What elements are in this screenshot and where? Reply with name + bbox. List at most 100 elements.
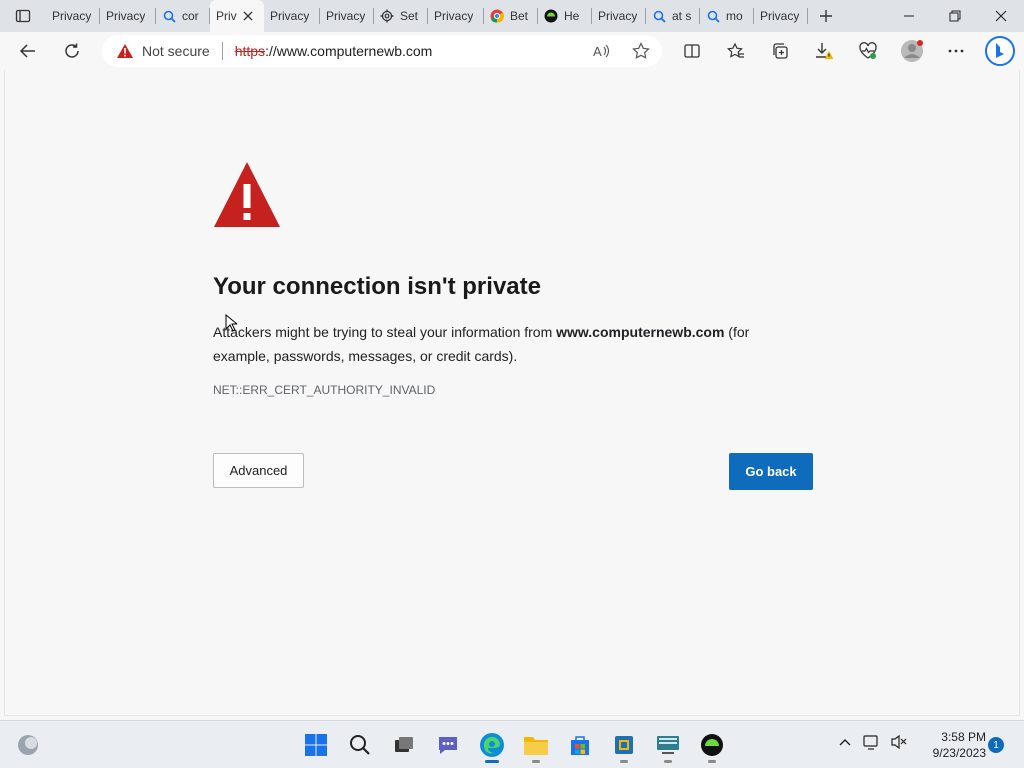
refresh-button[interactable]: [50, 32, 94, 70]
tab-title: Privacy: [434, 9, 474, 23]
folder-icon: [524, 737, 548, 755]
volume-muted-icon[interactable]: [890, 733, 908, 756]
close-window-button[interactable]: [978, 0, 1024, 32]
read-aloud-icon[interactable]: A: [592, 42, 610, 65]
browser-tab[interactable]: Privacy: [46, 0, 100, 32]
start-button[interactable]: [298, 727, 334, 763]
url-text[interactable]: https://www.computernewb.com: [235, 43, 433, 59]
minimize-icon: [904, 15, 914, 17]
browser-tab[interactable]: Priv: [210, 0, 264, 32]
windows-start-icon: [305, 734, 327, 756]
profile-button[interactable]: [890, 32, 934, 70]
store-button[interactable]: [562, 727, 598, 763]
downloads-button[interactable]: [802, 32, 846, 70]
page-title: Your connection isn't private: [213, 273, 541, 300]
tab-title: Set: [400, 9, 419, 23]
plus-icon: [820, 10, 832, 22]
split-screen-button[interactable]: [670, 32, 714, 70]
back-arrow-icon: [19, 44, 35, 58]
browser-tab[interactable]: Privacy: [320, 0, 374, 32]
virtualbox-button[interactable]: [606, 727, 642, 763]
system-clock[interactable]: 3:58 PM 9/23/2023: [920, 729, 986, 761]
restore-button[interactable]: [932, 0, 978, 32]
gear-icon: [380, 9, 394, 23]
clock-date: 9/23/2023: [932, 746, 986, 760]
refresh-icon: [65, 43, 79, 58]
settings-more-button[interactable]: [934, 32, 978, 70]
search-icon: [652, 9, 666, 23]
edge-taskbar-button[interactable]: [474, 727, 510, 763]
close-tab-icon[interactable]: [243, 8, 253, 24]
security-status-label[interactable]: Not secure: [142, 43, 210, 59]
restore-icon: [949, 10, 961, 22]
store-icon: [571, 736, 589, 755]
address-separator: [221, 42, 223, 60]
browser-tab[interactable]: Set: [374, 0, 428, 32]
keyboard-monitor-icon: [657, 736, 679, 754]
browser-tab[interactable]: cor: [156, 0, 210, 32]
heart-pulse-icon: [859, 42, 877, 59]
error-page: Your connection isn't private Attackers …: [4, 70, 1020, 716]
tab-title: Privacy: [270, 9, 310, 23]
error-code[interactable]: NET::ERR_CERT_AUTHORITY_INVALID: [213, 383, 435, 397]
browser-tab[interactable]: He: [538, 0, 592, 32]
tab-title: Privacy: [760, 9, 800, 23]
address-bar[interactable]: Not secure https://www.computernewb.com …: [102, 35, 662, 67]
warning-triangle-icon: [214, 162, 280, 227]
task-view-icon: [395, 737, 413, 752]
favorite-star-icon[interactable]: [632, 42, 650, 65]
tab-title: Privacy: [52, 9, 92, 23]
browser-tab[interactable]: Privacy: [100, 0, 156, 32]
browser-tab[interactable]: mo: [700, 0, 754, 32]
green-circle-icon: [701, 734, 723, 756]
collections-icon: [773, 43, 788, 59]
search-icon: [350, 735, 370, 755]
search-icon: [706, 9, 720, 23]
description-prefix: Attackers might be trying to steal your …: [213, 324, 557, 340]
green-app-button[interactable]: [694, 727, 730, 763]
back-button[interactable]: [6, 32, 50, 70]
network-monitor-icon[interactable]: [862, 733, 880, 756]
tab-actions-button[interactable]: [0, 0, 46, 32]
system-tray: [838, 733, 908, 756]
tab-title: mo: [726, 9, 743, 23]
new-tab-button[interactable]: [808, 0, 844, 32]
browser-tab[interactable]: at s: [646, 0, 700, 32]
minimize-button[interactable]: [886, 0, 932, 32]
not-secure-warning-icon[interactable]: [116, 42, 134, 60]
tab-title: Bet: [510, 9, 529, 23]
error-description: Attackers might be trying to steal your …: [213, 320, 793, 368]
file-explorer-button[interactable]: [518, 727, 554, 763]
browser-tab[interactable]: Bet: [484, 0, 538, 32]
advanced-button[interactable]: Advanced: [213, 453, 304, 488]
teams-chat-button[interactable]: [430, 727, 466, 763]
browser-tab[interactable]: Privacy: [754, 0, 808, 32]
window-controls: [886, 0, 1024, 32]
mouse-cursor-icon: [225, 314, 237, 332]
notification-badge[interactable]: 1: [988, 737, 1004, 753]
widgets-button[interactable]: [16, 733, 40, 762]
weather-widget-icon: [18, 735, 38, 755]
tab-title: at s: [672, 9, 692, 23]
browser-toolbar: Not secure https://www.computernewb.com …: [0, 32, 1024, 70]
favorites-button[interactable]: [714, 32, 758, 70]
search-taskbar-button[interactable]: [342, 727, 378, 763]
browser-tab[interactable]: Privacy: [428, 0, 484, 32]
task-view-button[interactable]: [386, 727, 422, 763]
bing-copilot-button[interactable]: [978, 32, 1022, 70]
browser-essentials-button[interactable]: [846, 32, 890, 70]
split-screen-icon: [684, 44, 700, 58]
browser-tab[interactable]: Privacy: [592, 0, 646, 32]
chrome-icon: [490, 9, 504, 23]
description-domain: www.computernewb.com: [556, 324, 725, 340]
tab-title: Privacy: [598, 9, 638, 23]
taskbar-apps: [298, 727, 730, 763]
collections-button[interactable]: [758, 32, 802, 70]
chat-icon: [439, 737, 457, 754]
go-back-button[interactable]: Go back: [729, 453, 813, 490]
remote-desktop-button[interactable]: [650, 727, 686, 763]
show-hidden-icons-chevron-icon[interactable]: [838, 735, 852, 754]
tab-actions-icon: [15, 9, 31, 23]
taskbar: 3:58 PM 9/23/2023 1: [0, 720, 1024, 768]
browser-tab[interactable]: Privacy: [264, 0, 320, 32]
